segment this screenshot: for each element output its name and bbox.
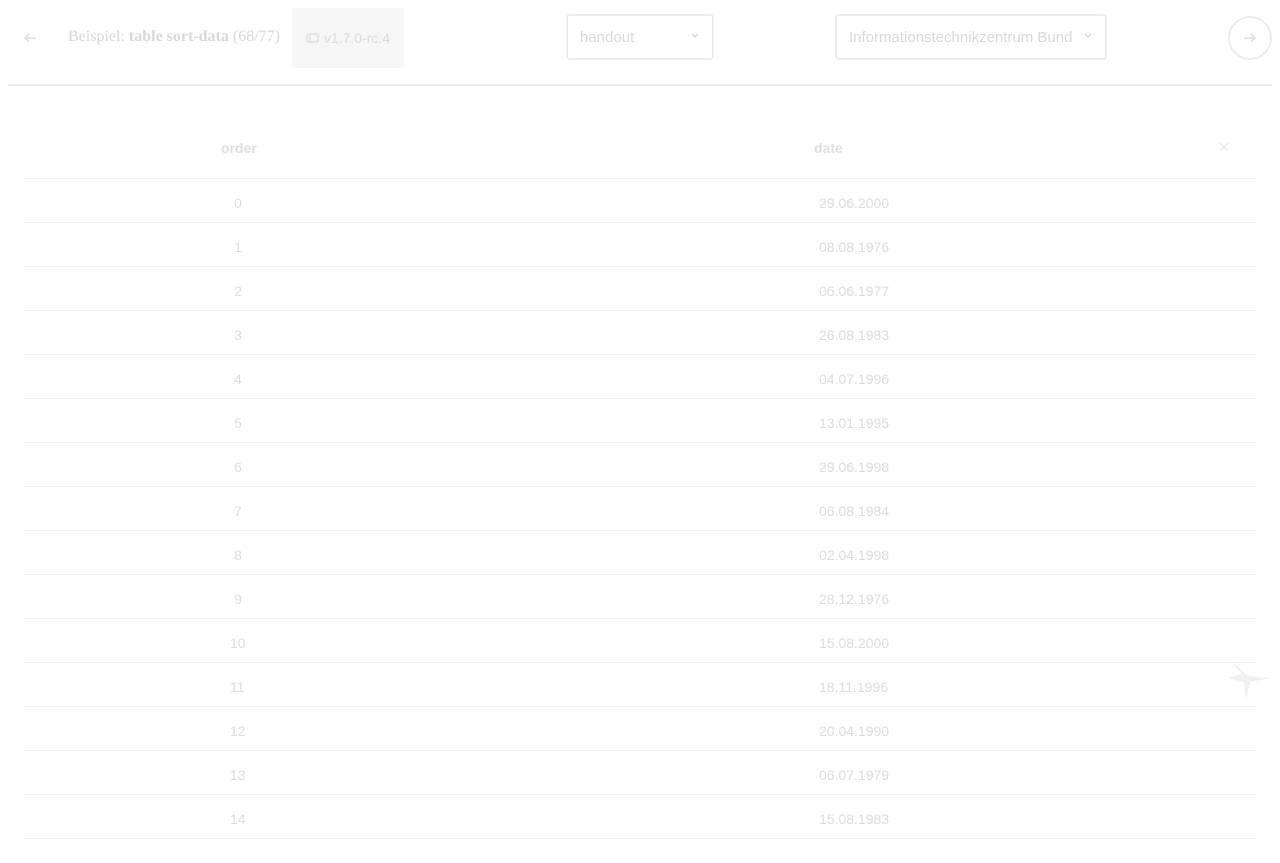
ministry-select-value: Informationstechnikzentrum Bund — [849, 28, 1073, 46]
title-count: (68/77) — [232, 28, 280, 45]
title-prefix: Beispiel: — [68, 28, 125, 45]
arrow-right-icon — [1244, 33, 1257, 43]
page-title: Beispiel: table sort-data (68/77) — [68, 28, 280, 46]
table-row: 10 15.08.2000 — [24, 619, 1256, 663]
table-row: 7 06.08.1984 — [24, 487, 1256, 531]
next-button[interactable] — [1228, 16, 1272, 60]
date-cell: 08.08.1976 — [819, 239, 890, 255]
order-cell: 7 — [234, 503, 242, 519]
date-cell: 06.06.1977 — [819, 283, 890, 299]
order-cell: 13 — [230, 767, 246, 783]
table-row: 0 29.06.2000 — [24, 179, 1256, 223]
order-cell: 2 — [234, 283, 242, 299]
eagle-logo-icon — [1228, 660, 1270, 700]
order-cell: 0 — [234, 195, 242, 211]
date-cell: 13.01.1995 — [819, 415, 890, 431]
table-header: order date — [24, 126, 1256, 179]
date-cell: 26.08.1983 — [819, 327, 890, 343]
variant-select-value: handout — [580, 28, 635, 46]
tag-icon — [306, 33, 319, 43]
date-cell: 06.08.1984 — [819, 503, 890, 519]
table-row: 14 15.08.1983 — [24, 795, 1256, 839]
sort-data-table: order date 0 29.06.2000 1 08.08.1976 2 06.06.… — [24, 126, 1256, 839]
date-cell: 15.08.1983 — [819, 811, 890, 827]
date-cell: 28.12.1976 — [819, 591, 890, 607]
date-cell: 15.08.2000 — [819, 635, 890, 651]
arrow-left-icon — [23, 33, 36, 43]
table-row: 2 06.06.1977 — [24, 267, 1256, 311]
order-cell: 14 — [230, 811, 246, 827]
chevron-down-icon — [691, 33, 699, 38]
table-row: 3 26.08.1983 — [24, 311, 1256, 355]
title-main: table sort-data — [128, 28, 229, 45]
order-cell: 3 — [234, 327, 242, 343]
date-cell: 29.06.1998 — [819, 459, 890, 475]
table-row: 13 06.07.1979 — [24, 751, 1256, 795]
table-row: 9 28.12.1976 — [24, 575, 1256, 619]
order-cell: 9 — [234, 591, 242, 607]
order-cell: 6 — [234, 459, 242, 475]
table-row: 8 02.04.1998 — [24, 531, 1256, 575]
date-cell: 20.04.1990 — [819, 723, 890, 739]
chevron-down-icon — [1084, 33, 1092, 38]
top-toolbar: Beispiel: table sort-data (68/77) v1.7.0… — [0, 0, 1280, 84]
order-cell: 5 — [234, 415, 242, 431]
column-header-date[interactable]: date — [814, 140, 843, 156]
order-cell: 4 — [234, 371, 242, 387]
order-cell: 11 — [230, 679, 245, 695]
order-cell: 1 — [234, 239, 242, 255]
back-button[interactable] — [18, 26, 42, 50]
header-divider — [8, 84, 1272, 86]
date-cell: 06.07.1979 — [819, 767, 890, 783]
ministry-select[interactable]: Informationstechnikzentrum Bund — [835, 14, 1107, 60]
close-icon[interactable] — [1218, 140, 1230, 158]
date-cell: 02.04.1998 — [819, 547, 890, 563]
table-row: 6 29.06.1998 — [24, 443, 1256, 487]
table-row: 12 20.04.1990 — [24, 707, 1256, 751]
version-badge[interactable]: v1.7.0-rc.4 — [292, 8, 404, 68]
table-row: 5 13.01.1995 — [24, 399, 1256, 443]
date-cell: 29.06.2000 — [819, 195, 890, 211]
table-body: 0 29.06.2000 1 08.08.1976 2 06.06.1977 3 26.08.… — [24, 179, 1256, 839]
table-row: 1 08.08.1976 — [24, 223, 1256, 267]
date-cell: 18.11.1996 — [819, 679, 889, 695]
order-cell: 12 — [230, 723, 246, 739]
table-row: 4 04.07.1996 — [24, 355, 1256, 399]
order-cell: 10 — [230, 635, 246, 651]
version-label: v1.7.0-rc.4 — [323, 30, 391, 46]
order-cell: 8 — [234, 547, 242, 563]
column-header-order[interactable]: order — [221, 140, 257, 156]
table-row: 11 18.11.1996 — [24, 663, 1256, 707]
date-cell: 04.07.1996 — [819, 371, 890, 387]
variant-select[interactable]: handout — [566, 14, 714, 60]
